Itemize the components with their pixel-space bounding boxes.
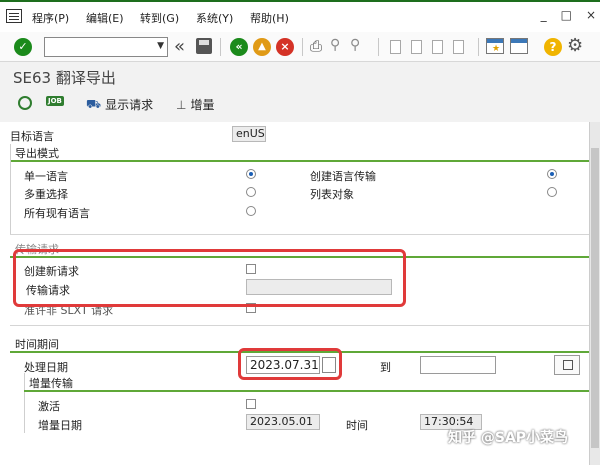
job-icon: JOB: [46, 96, 64, 106]
divider: [10, 234, 589, 235]
menu-system[interactable]: 系统(Y): [196, 10, 233, 26]
multi-select-label: 多重选择: [24, 188, 68, 201]
menu-bar: 程序(P) 编辑(E) 转到(G) 系统(Y) 帮助(H) _ □ ×: [0, 0, 600, 32]
clock-execute-icon: [18, 96, 32, 110]
delta-date-label: 增量日期: [38, 419, 82, 432]
prev-page-icon[interactable]: [411, 40, 422, 54]
menu-goto[interactable]: 转到(G): [140, 10, 179, 26]
maximize-icon[interactable]: □: [561, 8, 572, 22]
save-icon[interactable]: [196, 38, 212, 54]
selection-screen: 目标语言 enUS 导出模式 单一语言 创建语言传输 多重选择 列表对象 所有现…: [0, 122, 589, 465]
export-mode-title: 导出模式: [15, 147, 59, 160]
create-session-icon[interactable]: ★: [486, 38, 504, 54]
help-icon[interactable]: ?: [544, 38, 562, 56]
time-period-title: 时间期间: [15, 338, 59, 351]
menu-edit[interactable]: 编辑(E): [86, 10, 124, 26]
target-language-field[interactable]: enUS: [232, 126, 266, 142]
to-label: 到: [380, 361, 391, 374]
divider: [10, 325, 589, 326]
shortcut-icon[interactable]: [510, 38, 528, 54]
delta-date-field[interactable]: 2023.05.01: [246, 414, 320, 430]
export-mode-section: 导出模式: [10, 144, 589, 162]
close-icon[interactable]: ×: [586, 8, 596, 22]
back-icon[interactable]: «: [230, 38, 248, 56]
list-objects-radio[interactable]: [547, 187, 557, 197]
toolbar-separator: [478, 38, 479, 56]
first-page-icon[interactable]: [390, 40, 401, 54]
target-language-label: 目标语言: [10, 130, 54, 143]
minimize-icon[interactable]: _: [541, 8, 547, 22]
check-icon[interactable]: ✓: [14, 38, 32, 56]
show-request-button[interactable]: ⛟ 显示请求: [86, 96, 153, 113]
application-toolbar: JOB ⛟ 显示请求 ⊥ 增量: [0, 92, 600, 118]
processing-date-label: 处理日期: [24, 361, 68, 374]
multiple-selection-button[interactable]: [554, 355, 580, 375]
all-languages-label: 所有现有语言: [24, 207, 90, 220]
scrollbar-thumb[interactable]: [591, 148, 599, 448]
next-page-icon[interactable]: [432, 40, 443, 54]
delta-transfer-section: 增量传输: [24, 374, 589, 392]
time-label: 时间: [346, 419, 368, 432]
menu-help[interactable]: 帮助(H): [250, 10, 289, 26]
watermark: 知乎 @SAP小菜鸟: [448, 430, 569, 446]
single-language-radio[interactable]: [246, 169, 256, 179]
exit-icon[interactable]: ▲: [253, 38, 271, 56]
page-title: SE63 翻译导出: [13, 69, 116, 87]
cancel-icon[interactable]: ×: [276, 38, 294, 56]
highlight-box: [13, 249, 406, 307]
standard-toolbar: ✓ ▼ « « ▲ × ⎙ ⚲ ⚲ ★ ? ⚙: [0, 32, 600, 62]
section-border: [10, 144, 11, 234]
activate-checkbox[interactable]: [246, 399, 256, 409]
delta-icon: ⊥: [176, 97, 187, 112]
last-page-icon[interactable]: [453, 40, 464, 54]
transport-icon: ⛟: [86, 96, 102, 111]
back-double-icon[interactable]: «: [174, 36, 185, 57]
activate-label: 激活: [38, 400, 60, 413]
find-next-icon[interactable]: ⚲: [350, 37, 360, 53]
toolbar-separator: [302, 38, 303, 56]
command-field[interactable]: ▼: [44, 37, 168, 57]
execute-button[interactable]: [18, 96, 32, 110]
date-to-field[interactable]: [420, 356, 496, 374]
background-job-button[interactable]: JOB: [46, 96, 64, 106]
delta-transfer-title: 增量传输: [29, 377, 73, 390]
print-icon[interactable]: ⎙: [310, 37, 322, 55]
single-language-label: 单一语言: [24, 170, 68, 183]
system-menu-icon[interactable]: [6, 9, 22, 23]
create-language-transport-label: 创建语言传输: [310, 170, 376, 183]
find-icon[interactable]: ⚲: [330, 37, 340, 53]
create-language-transport-radio[interactable]: [547, 169, 557, 179]
multi-select-radio[interactable]: [246, 187, 256, 197]
settings-icon[interactable]: ⚙: [567, 35, 583, 56]
list-objects-label: 列表对象: [310, 188, 354, 201]
toolbar-separator: [378, 38, 379, 56]
all-languages-radio[interactable]: [246, 206, 256, 216]
chevron-down-icon[interactable]: ▼: [157, 41, 164, 51]
window-controls: _ □ ×: [541, 8, 596, 22]
menu-program[interactable]: 程序(P): [32, 10, 69, 26]
toolbar-separator: [220, 38, 221, 56]
delta-button[interactable]: ⊥ 增量: [176, 96, 214, 113]
vertical-scrollbar[interactable]: [589, 122, 600, 465]
